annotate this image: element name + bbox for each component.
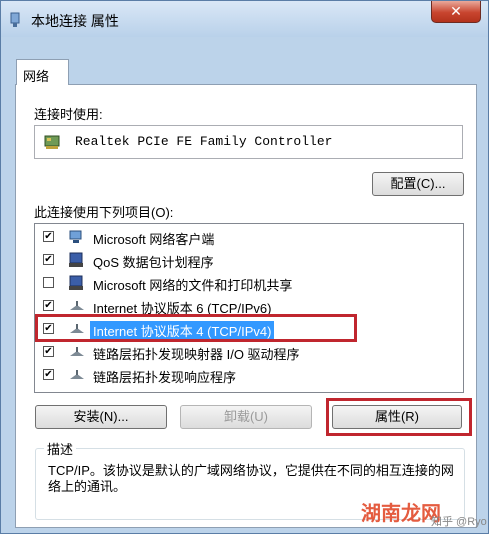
checkbox[interactable]: ✔ (43, 231, 54, 242)
uninstall-button[interactable]: 卸载(U) (180, 405, 312, 429)
item-label: 链路层拓扑发现响应程序 (93, 370, 237, 385)
protocol-icon (70, 370, 84, 379)
checkbox[interactable]: ✔ (43, 346, 54, 357)
watermark-sub: 知乎 @Ryo (431, 516, 487, 528)
tab-network[interactable]: 网络 (16, 59, 69, 85)
watermark: 湖南龙网 (361, 503, 441, 525)
close-button[interactable]: ✕ (431, 1, 481, 23)
configure-button[interactable]: 配置(C)... (372, 172, 464, 196)
network-card-icon (44, 135, 60, 149)
ipv4-highlight-box (35, 314, 357, 342)
list-item[interactable]: ✔ Microsoft 网络客户端 (40, 227, 460, 247)
network-client-icon (69, 230, 82, 243)
list-item[interactable]: ✔ QoS 数据包计划程序 (40, 250, 460, 270)
file-share-icon (69, 275, 83, 290)
protocol-icon (70, 347, 84, 356)
adapter-field: Realtek PCIe FE Family Controller (34, 125, 463, 159)
window-title: 本地连接 属性 (31, 13, 119, 29)
item-label: QoS 数据包计划程序 (93, 255, 214, 270)
checkbox[interactable]: ✔ (43, 254, 54, 265)
qos-icon (69, 252, 83, 267)
list-item[interactable]: Microsoft 网络的文件和打印机共享 (40, 273, 460, 293)
list-item[interactable]: ✔ Internet 协议版本 6 (TCP/IPv6) (40, 296, 460, 316)
checkbox[interactable]: ✔ (43, 369, 54, 380)
properties-window: 本地连接 属性 ✕ 网络 连接时使用: Realtek PCIe FE Fami… (0, 0, 489, 534)
close-icon: ✕ (450, 3, 462, 19)
network-adapter-icon (10, 12, 20, 27)
adapter-name: Realtek PCIe FE Family Controller (75, 134, 333, 149)
list-item[interactable]: ✔ 链路层拓扑发现响应程序 (40, 365, 460, 385)
items-list[interactable]: ✔ Microsoft 网络客户端 ✔ QoS 数据包计划程序 Microsof… (34, 223, 464, 393)
install-button[interactable]: 安装(N)... (35, 405, 167, 429)
checkbox[interactable]: ✔ (43, 300, 54, 311)
protocol-icon (70, 301, 84, 310)
title-bar[interactable]: 本地连接 属性 ✕ (1, 1, 488, 37)
item-label: Microsoft 网络客户端 (93, 232, 215, 247)
properties-highlight-box (326, 398, 472, 436)
item-label: 链路层拓扑发现映射器 I/O 驱动程序 (93, 347, 300, 362)
items-label: 此连接使用下列项目(O): (34, 205, 174, 220)
list-item[interactable]: ✔ 链路层拓扑发现映射器 I/O 驱动程序 (40, 342, 460, 362)
checkbox[interactable] (43, 277, 54, 288)
item-label: Microsoft 网络的文件和打印机共享 (93, 278, 293, 293)
description-text: TCP/IP。该协议是默认的广域网络协议，它提供在不同的相互连接的网络上的通讯。 (48, 463, 454, 494)
connect-using-label: 连接时使用: (34, 107, 103, 122)
description-title: 描述 (44, 439, 77, 458)
